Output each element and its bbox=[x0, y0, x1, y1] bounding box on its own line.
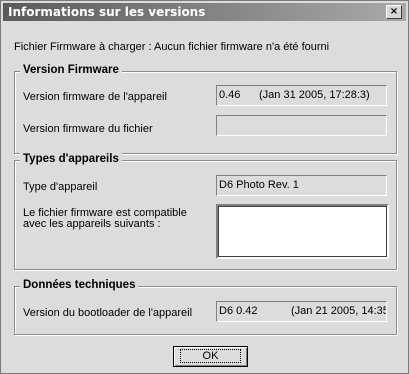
device-types-title: Types d'appareils bbox=[20, 153, 122, 165]
ok-button-label: OK bbox=[179, 349, 242, 363]
version-firmware-group: Version Firmware bbox=[14, 64, 397, 154]
window-title: Informations sur les versions bbox=[8, 5, 206, 19]
device-firmware-date: (Jan 31 2005, 17:28:3) bbox=[259, 89, 370, 101]
compatible-devices-list[interactable] bbox=[216, 204, 389, 259]
ok-button[interactable]: OK bbox=[173, 346, 248, 367]
firmware-file-status: Fichier Firmware à charger : Aucun fichi… bbox=[14, 41, 330, 53]
bootloader-label: Version du bootloader de l'appareil bbox=[23, 307, 193, 319]
technical-data-title: Données techniques bbox=[20, 279, 139, 291]
file-firmware-label: Version firmware du fichier bbox=[23, 123, 153, 135]
device-firmware-label: Version firmware de l'appareil bbox=[23, 91, 167, 103]
device-firmware-value: 0.46 (Jan 31 2005, 17:28:3) bbox=[216, 85, 387, 106]
file-firmware-value bbox=[216, 115, 387, 136]
device-type-value: D6 Photo Rev. 1 bbox=[216, 175, 387, 196]
close-icon[interactable]: × bbox=[386, 5, 402, 19]
compatible-devices-label: Le fichier firmware est compatible avec … bbox=[23, 207, 187, 230]
bootloader-version: D6 0.42 bbox=[219, 305, 258, 317]
bootloader-value: D6 0.42 (Jan 21 2005, 14:35:4 bbox=[216, 301, 387, 322]
title-bar: Informations sur les versions × bbox=[3, 3, 406, 21]
version-firmware-title: Version Firmware bbox=[20, 64, 122, 76]
device-type-label: Type d'appareil bbox=[23, 181, 98, 193]
version-info-dialog: Informations sur les versions × Fichier … bbox=[0, 0, 409, 374]
device-firmware-version: 0.46 bbox=[219, 89, 241, 101]
bootloader-date: (Jan 21 2005, 14:35:4 bbox=[291, 305, 386, 317]
